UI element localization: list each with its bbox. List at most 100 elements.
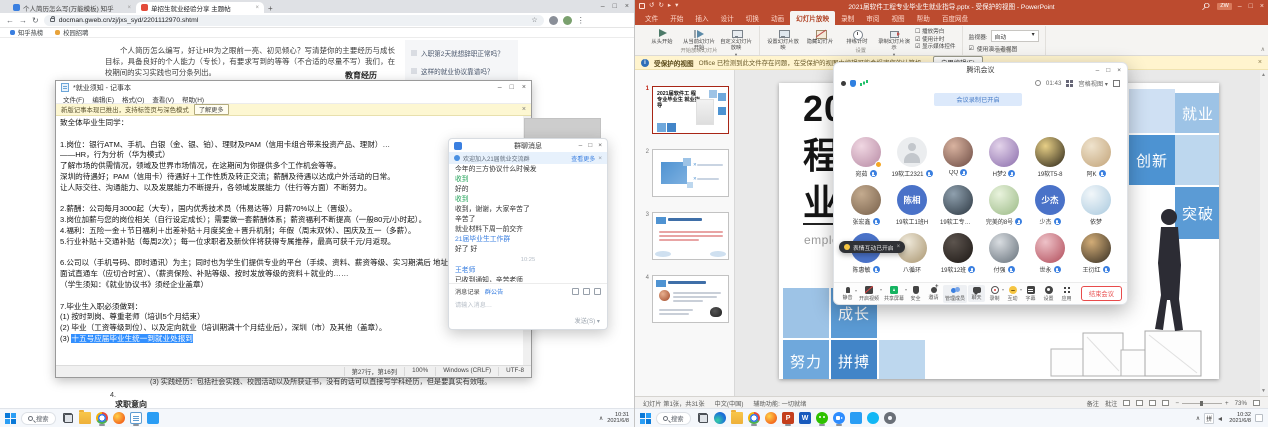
tooltip-close-icon[interactable]: ×	[897, 244, 901, 250]
share-screen-icon[interactable]: 共享屏幕 ▾	[882, 285, 906, 303]
ribbon-tab[interactable]: 审阅	[860, 11, 885, 25]
chrome-icon[interactable]	[747, 411, 762, 426]
participant-avatar[interactable]	[943, 185, 973, 215]
ppt-close-button[interactable]: ×	[1260, 3, 1264, 10]
profile-avatar[interactable]	[563, 16, 572, 25]
bar-close-icon[interactable]: ×	[1258, 59, 1262, 66]
ribbon-tab[interactable]: 录制	[835, 11, 860, 25]
participant-tile[interactable]: 19软T5-8	[1027, 137, 1073, 185]
chat-maximize-button[interactable]: □	[588, 142, 592, 149]
ribbon-tab[interactable]: 帮助	[911, 11, 936, 25]
vscode-icon[interactable]	[146, 411, 161, 426]
chrome-icon[interactable]	[95, 411, 110, 426]
notepad-menu-item[interactable]: 文件(F)	[60, 94, 87, 104]
tray-expand-icon[interactable]: ∧	[1196, 415, 1200, 422]
ribbon-tab[interactable]: 视图	[885, 11, 910, 25]
notepad-menu-item[interactable]: 编辑(E)	[89, 94, 117, 104]
participant-tile[interactable]: 宛茹	[843, 137, 889, 185]
participant-tile[interactable]: H梦2	[981, 137, 1027, 185]
ppt-maximize-button[interactable]: □	[1249, 3, 1253, 10]
mute-icon[interactable]: 静音 ▾	[839, 286, 856, 302]
notepad-minimize-button[interactable]: –	[498, 84, 502, 91]
ribbon-checkbox[interactable]: ☐ 播放旁白	[915, 29, 956, 36]
start-button[interactable]	[640, 413, 651, 424]
meeting-titlebar[interactable]: 腾讯会议 – □ ×	[834, 63, 1127, 77]
browser-maximize-button[interactable]: □	[613, 3, 617, 10]
forward-icon[interactable]: →	[19, 16, 27, 25]
participant-avatar[interactable]: 陈相	[897, 185, 927, 215]
participant-avatar[interactable]	[897, 137, 927, 167]
slide-thumbnail-2[interactable]: 2 ✕ ✕	[639, 149, 734, 197]
back-icon[interactable]: ←	[6, 16, 14, 25]
vscode-icon[interactable]	[849, 411, 864, 426]
redo-icon[interactable]: ↻	[658, 3, 663, 10]
end-meeting-button[interactable]: 结束会议	[1081, 286, 1122, 301]
zoom-slider[interactable]: −+	[1175, 400, 1228, 407]
start-slideshow-icon[interactable]: ▸	[668, 3, 671, 10]
meeting-security-icon[interactable]	[850, 80, 856, 87]
participant-tile[interactable]: 依梦	[1073, 185, 1119, 233]
address-bar[interactable]: docman.gweb.cn/zj/jxs_syd/2201112970.sht…	[44, 15, 544, 26]
invite-icon[interactable]: 邀请	[925, 285, 942, 302]
ribbon-tab[interactable]: 插入	[689, 11, 714, 25]
bookmark-star-icon[interactable]: ☆	[531, 16, 537, 24]
participant-tile[interactable]: 19软12班	[935, 233, 981, 281]
infobar-button[interactable]: 了解更多	[194, 104, 229, 115]
record-icon[interactable]: 录制 ▾	[986, 285, 1003, 303]
participant-tile[interactable]: 完美的8号	[981, 185, 1027, 233]
related-question-link[interactable]: 入职第2天就想辞职正常吗？	[411, 44, 512, 62]
security-icon[interactable]: 安全	[907, 285, 924, 303]
grid-view-icon[interactable]	[1066, 80, 1073, 87]
slide-sorter-icon[interactable]	[1136, 400, 1143, 406]
notepad-menu-item[interactable]: 查看(V)	[149, 94, 177, 104]
view-mode-dropdown[interactable]: 宫格视图 ▾	[1078, 79, 1108, 88]
meeting-maximize-button[interactable]: □	[1106, 67, 1110, 74]
participant-avatar[interactable]	[1081, 233, 1111, 263]
settings-icon[interactable]	[883, 411, 898, 426]
settings-icon[interactable]: 设置	[1040, 285, 1057, 303]
firefox-icon[interactable]	[112, 411, 127, 426]
chat-minimize-button[interactable]: –	[579, 142, 583, 149]
participant-tile[interactable]: 张宏鑫	[843, 185, 889, 233]
meeting-minimize-button[interactable]: –	[1096, 67, 1100, 74]
apps-icon[interactable]: 应用	[1058, 285, 1075, 303]
ribbon-tab[interactable]: 百度网盘	[936, 11, 974, 25]
participant-tile[interactable]: 少杰 少杰	[1027, 185, 1073, 233]
reactions-icon[interactable]: 互动 ▾	[1004, 285, 1021, 303]
chat-message-list[interactable]: 今年的三方协议什么时候发 收到 好的 收到 收到，谢谢，大家辛苦了 辛苦了 就业…	[455, 165, 601, 282]
notepad-titlebar[interactable]: *就业须知 - 记事本 – □ ×	[56, 81, 531, 94]
notepad-menu-item[interactable]: 帮助(H)	[179, 94, 207, 104]
tencent-meeting-icon[interactable]	[832, 411, 847, 426]
comments-button[interactable]: 批注	[1105, 399, 1117, 408]
browser-minimize-button[interactable]: –	[601, 3, 605, 10]
related-question-link[interactable]: 这样的就业协议靠谱吗？	[411, 62, 512, 80]
meeting-close-button[interactable]: ×	[1117, 67, 1121, 74]
reading-view-icon[interactable]	[1149, 400, 1156, 406]
participant-avatar[interactable]	[1081, 185, 1111, 215]
scroll-down-icon[interactable]: ▼	[1261, 388, 1266, 394]
captions-icon[interactable]: 字幕	[1022, 285, 1039, 303]
browser-tab[interactable]: 单招生就业经验分享 主题帖 ×	[136, 2, 264, 13]
scroll-up-icon[interactable]: ▲	[1261, 72, 1266, 78]
ribbon-tab[interactable]: 设计	[715, 11, 740, 25]
send-button[interactable]: 发送(S) ▾	[575, 316, 600, 325]
participant-tile[interactable]: 19软工2321	[889, 137, 935, 185]
slide-thumbnail-1[interactable]: 1 2021届软件工 程专业毕业生 就业指导	[639, 86, 734, 134]
participant-tile[interactable]: 阿K	[1073, 137, 1119, 185]
powerpoint-icon[interactable]: P	[781, 411, 796, 426]
slideshow-view-icon[interactable]	[1162, 400, 1169, 406]
notepad-close-button[interactable]: ×	[522, 84, 526, 91]
ribbon-tab[interactable]: 切换	[740, 11, 765, 25]
participant-avatar[interactable]	[851, 137, 881, 167]
participant-tile[interactable]: 世永	[1027, 233, 1073, 281]
normal-view-icon[interactable]	[1123, 400, 1130, 406]
ribbon-collapse-icon[interactable]: ∧	[1261, 46, 1265, 53]
chat-titlebar[interactable]: 群聊消息 – □ ×	[449, 139, 607, 152]
file-explorer-icon[interactable]	[730, 411, 745, 426]
notepad-icon[interactable]	[129, 411, 144, 426]
firefox-icon[interactable]	[764, 411, 779, 426]
qq-icon[interactable]	[866, 411, 881, 426]
participant-tile[interactable]: 付强	[981, 233, 1027, 281]
fit-slide-icon[interactable]	[1253, 400, 1260, 406]
wechat-icon[interactable]	[815, 411, 830, 426]
